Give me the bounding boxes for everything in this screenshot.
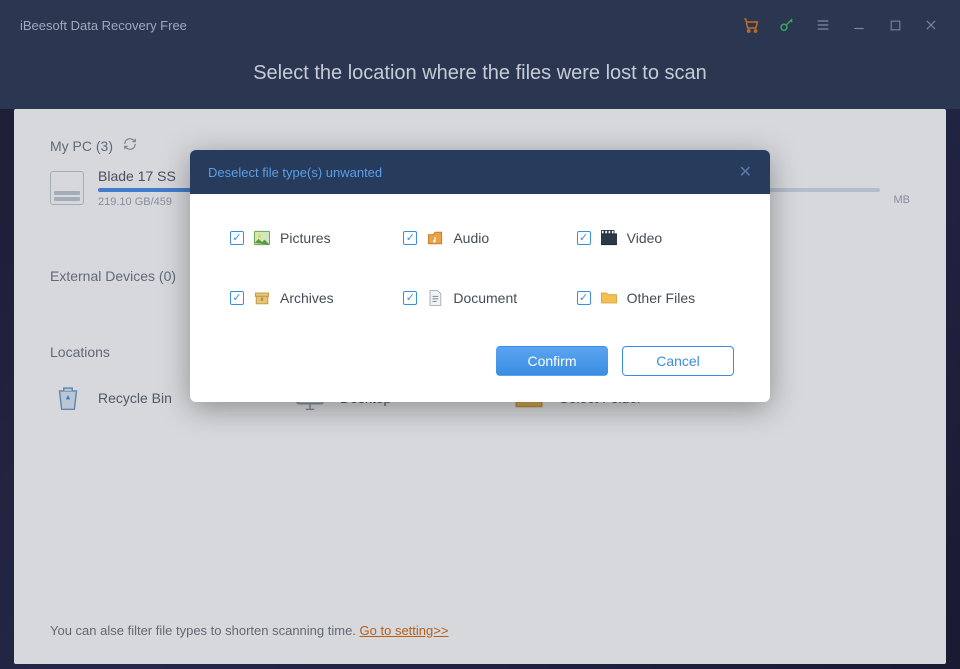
dialog-header: Deselect file type(s) unwanted ✕ [190, 150, 770, 194]
video-icon [599, 228, 619, 248]
checkbox-pictures[interactable] [230, 231, 244, 245]
checkbox-video[interactable] [577, 231, 591, 245]
dialog-title: Deselect file type(s) unwanted [208, 165, 382, 180]
filetype-pictures[interactable]: Pictures [230, 228, 383, 248]
modal-overlay: Deselect file type(s) unwanted ✕ Picture… [0, 0, 960, 669]
other-files-icon [599, 288, 619, 308]
checkbox-audio[interactable] [403, 231, 417, 245]
audio-icon [425, 228, 445, 248]
filetype-document[interactable]: Document [403, 288, 556, 308]
dialog-body: Pictures Audio Video [190, 194, 770, 318]
document-icon [425, 288, 445, 308]
archives-icon [252, 288, 272, 308]
dialog-footer: Confirm Cancel [190, 318, 770, 402]
filetype-other-label: Other Files [627, 290, 695, 306]
filetype-document-label: Document [453, 290, 517, 306]
filetype-archives[interactable]: Archives [230, 288, 383, 308]
filetype-archives-label: Archives [280, 290, 334, 306]
filetype-other[interactable]: Other Files [577, 288, 730, 308]
checkbox-other[interactable] [577, 291, 591, 305]
checkbox-document[interactable] [403, 291, 417, 305]
pictures-icon [252, 228, 272, 248]
filetype-dialog: Deselect file type(s) unwanted ✕ Picture… [190, 150, 770, 402]
filetype-audio[interactable]: Audio [403, 228, 556, 248]
cancel-button[interactable]: Cancel [622, 346, 734, 376]
confirm-button[interactable]: Confirm [496, 346, 608, 376]
filetype-video-label: Video [627, 230, 663, 246]
filetype-video[interactable]: Video [577, 228, 730, 248]
checkbox-archives[interactable] [230, 291, 244, 305]
dialog-close-icon[interactable]: ✕ [739, 162, 752, 182]
filetype-pictures-label: Pictures [280, 230, 331, 246]
filetype-audio-label: Audio [453, 230, 489, 246]
